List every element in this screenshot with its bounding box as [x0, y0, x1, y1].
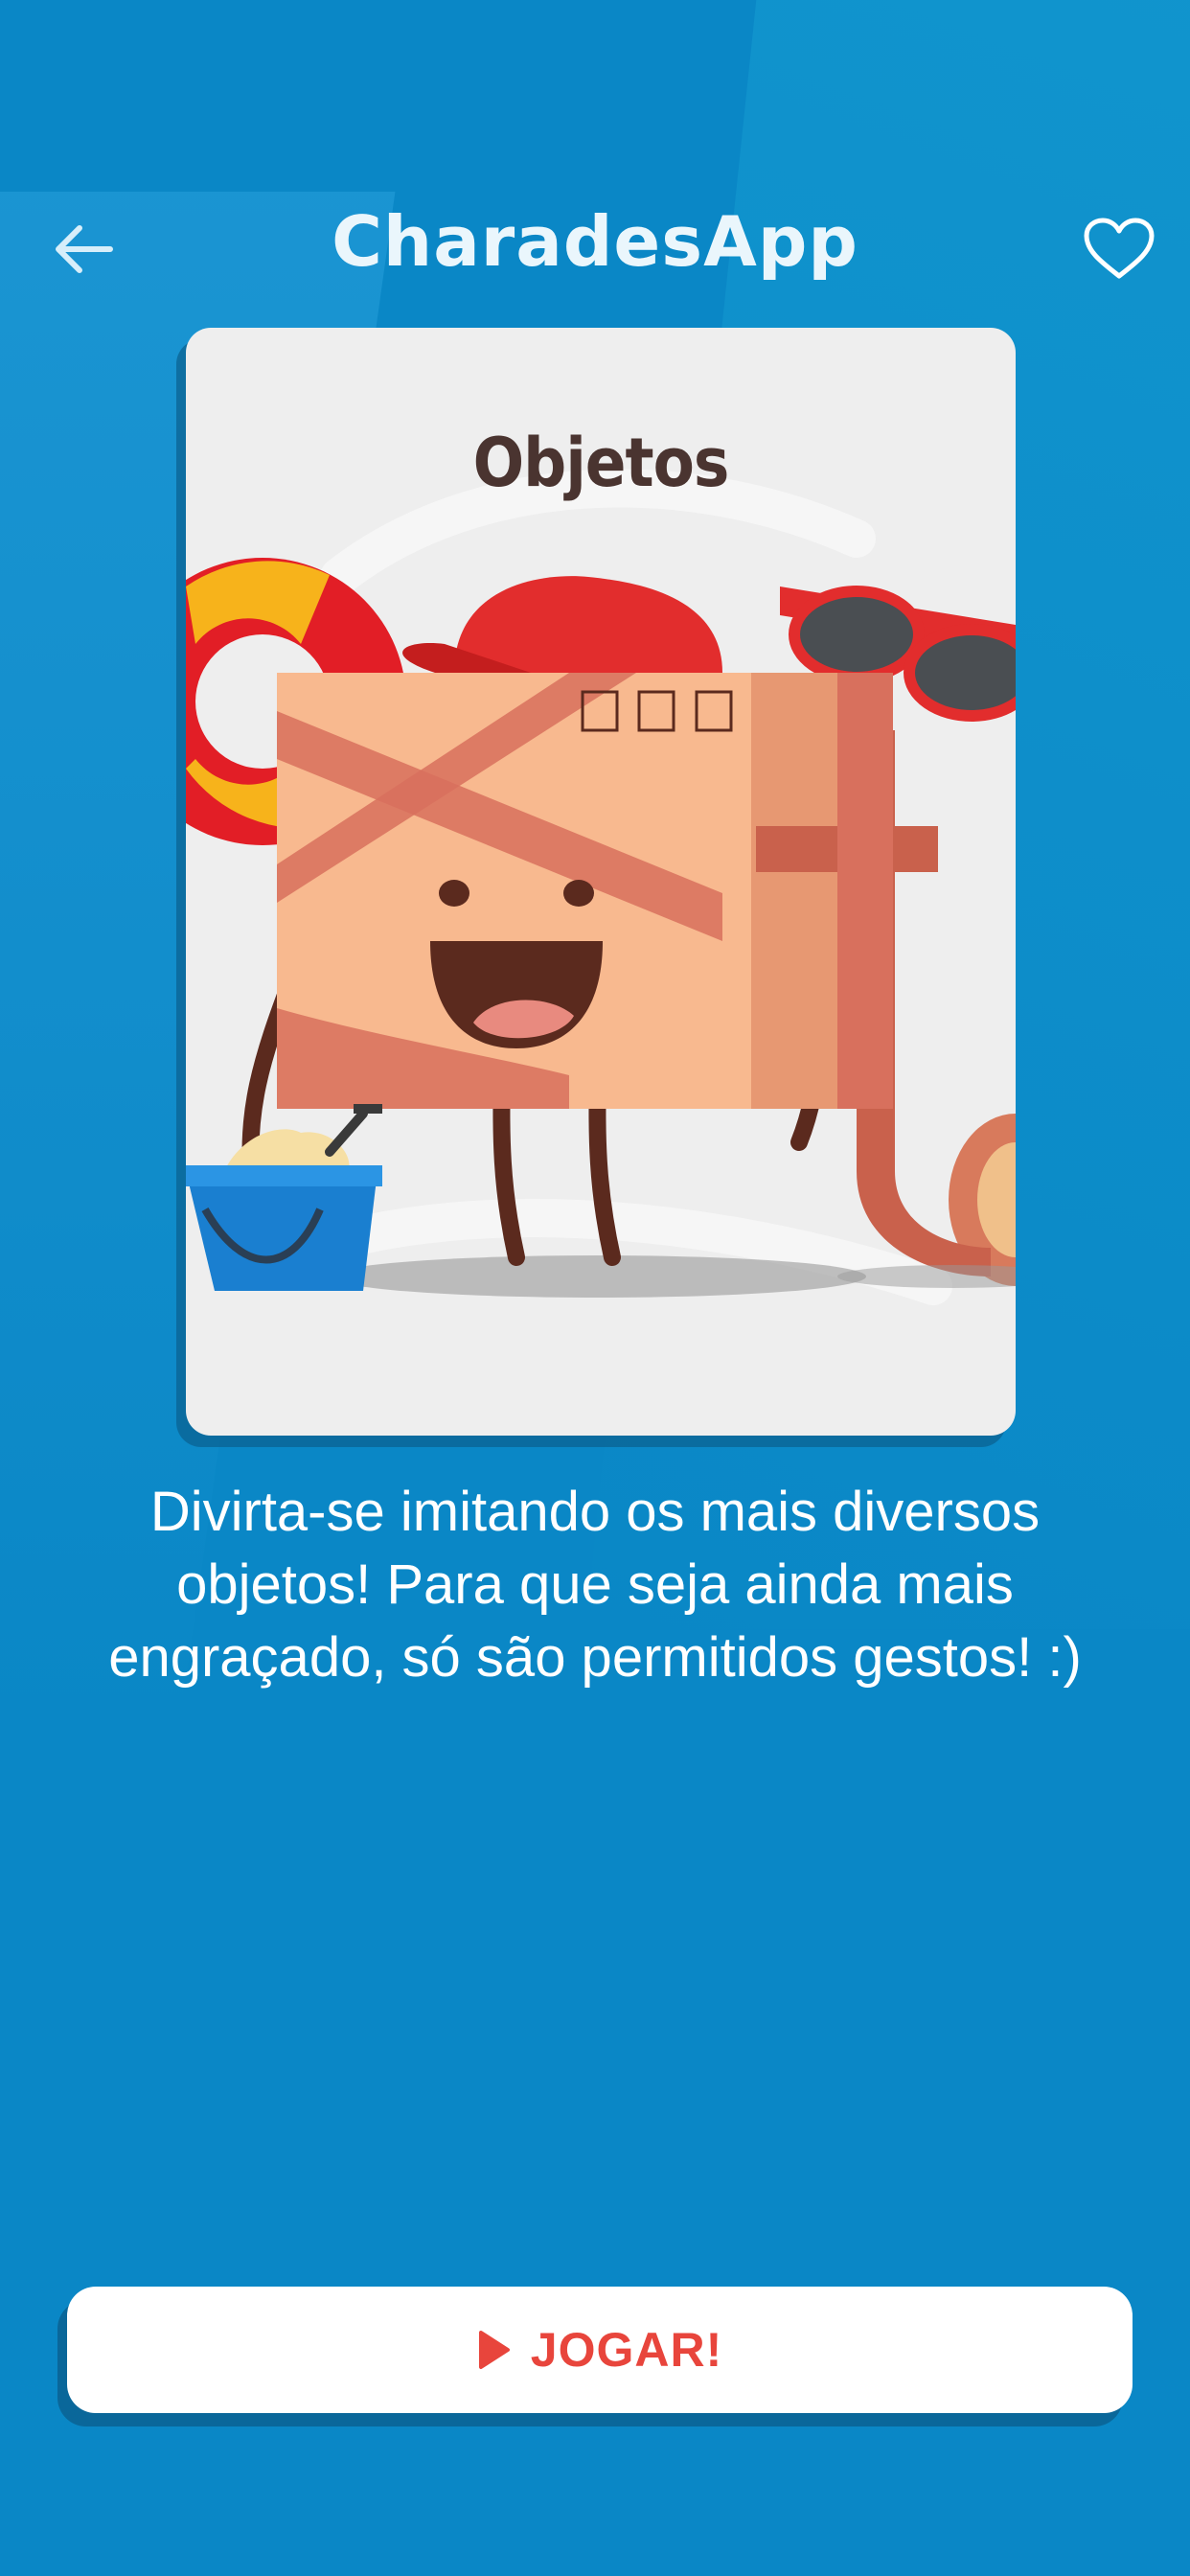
cap-icon — [402, 576, 722, 673]
app-title: CharadesApp — [332, 201, 858, 282]
category-description: Divirta-se imitando os mais diversos obj… — [108, 1481, 1082, 1689]
screen: CharadesApp Objetos Divirta-se imitando … — [0, 0, 1190, 2576]
header: CharadesApp — [0, 182, 1190, 307]
play-button[interactable]: JOGAR! — [67, 2287, 1133, 2413]
favorite-button[interactable] — [1079, 211, 1159, 288]
heart-outline-icon — [1084, 218, 1155, 279]
bucket-icon — [186, 1104, 382, 1291]
play-icon — [478, 2331, 510, 2369]
box-character-icon — [277, 673, 938, 1109]
category-card: Objetos — [186, 328, 1016, 1436]
play-button-label: JOGAR! — [530, 2323, 723, 2377]
category-title: Objetos — [472, 424, 730, 502]
